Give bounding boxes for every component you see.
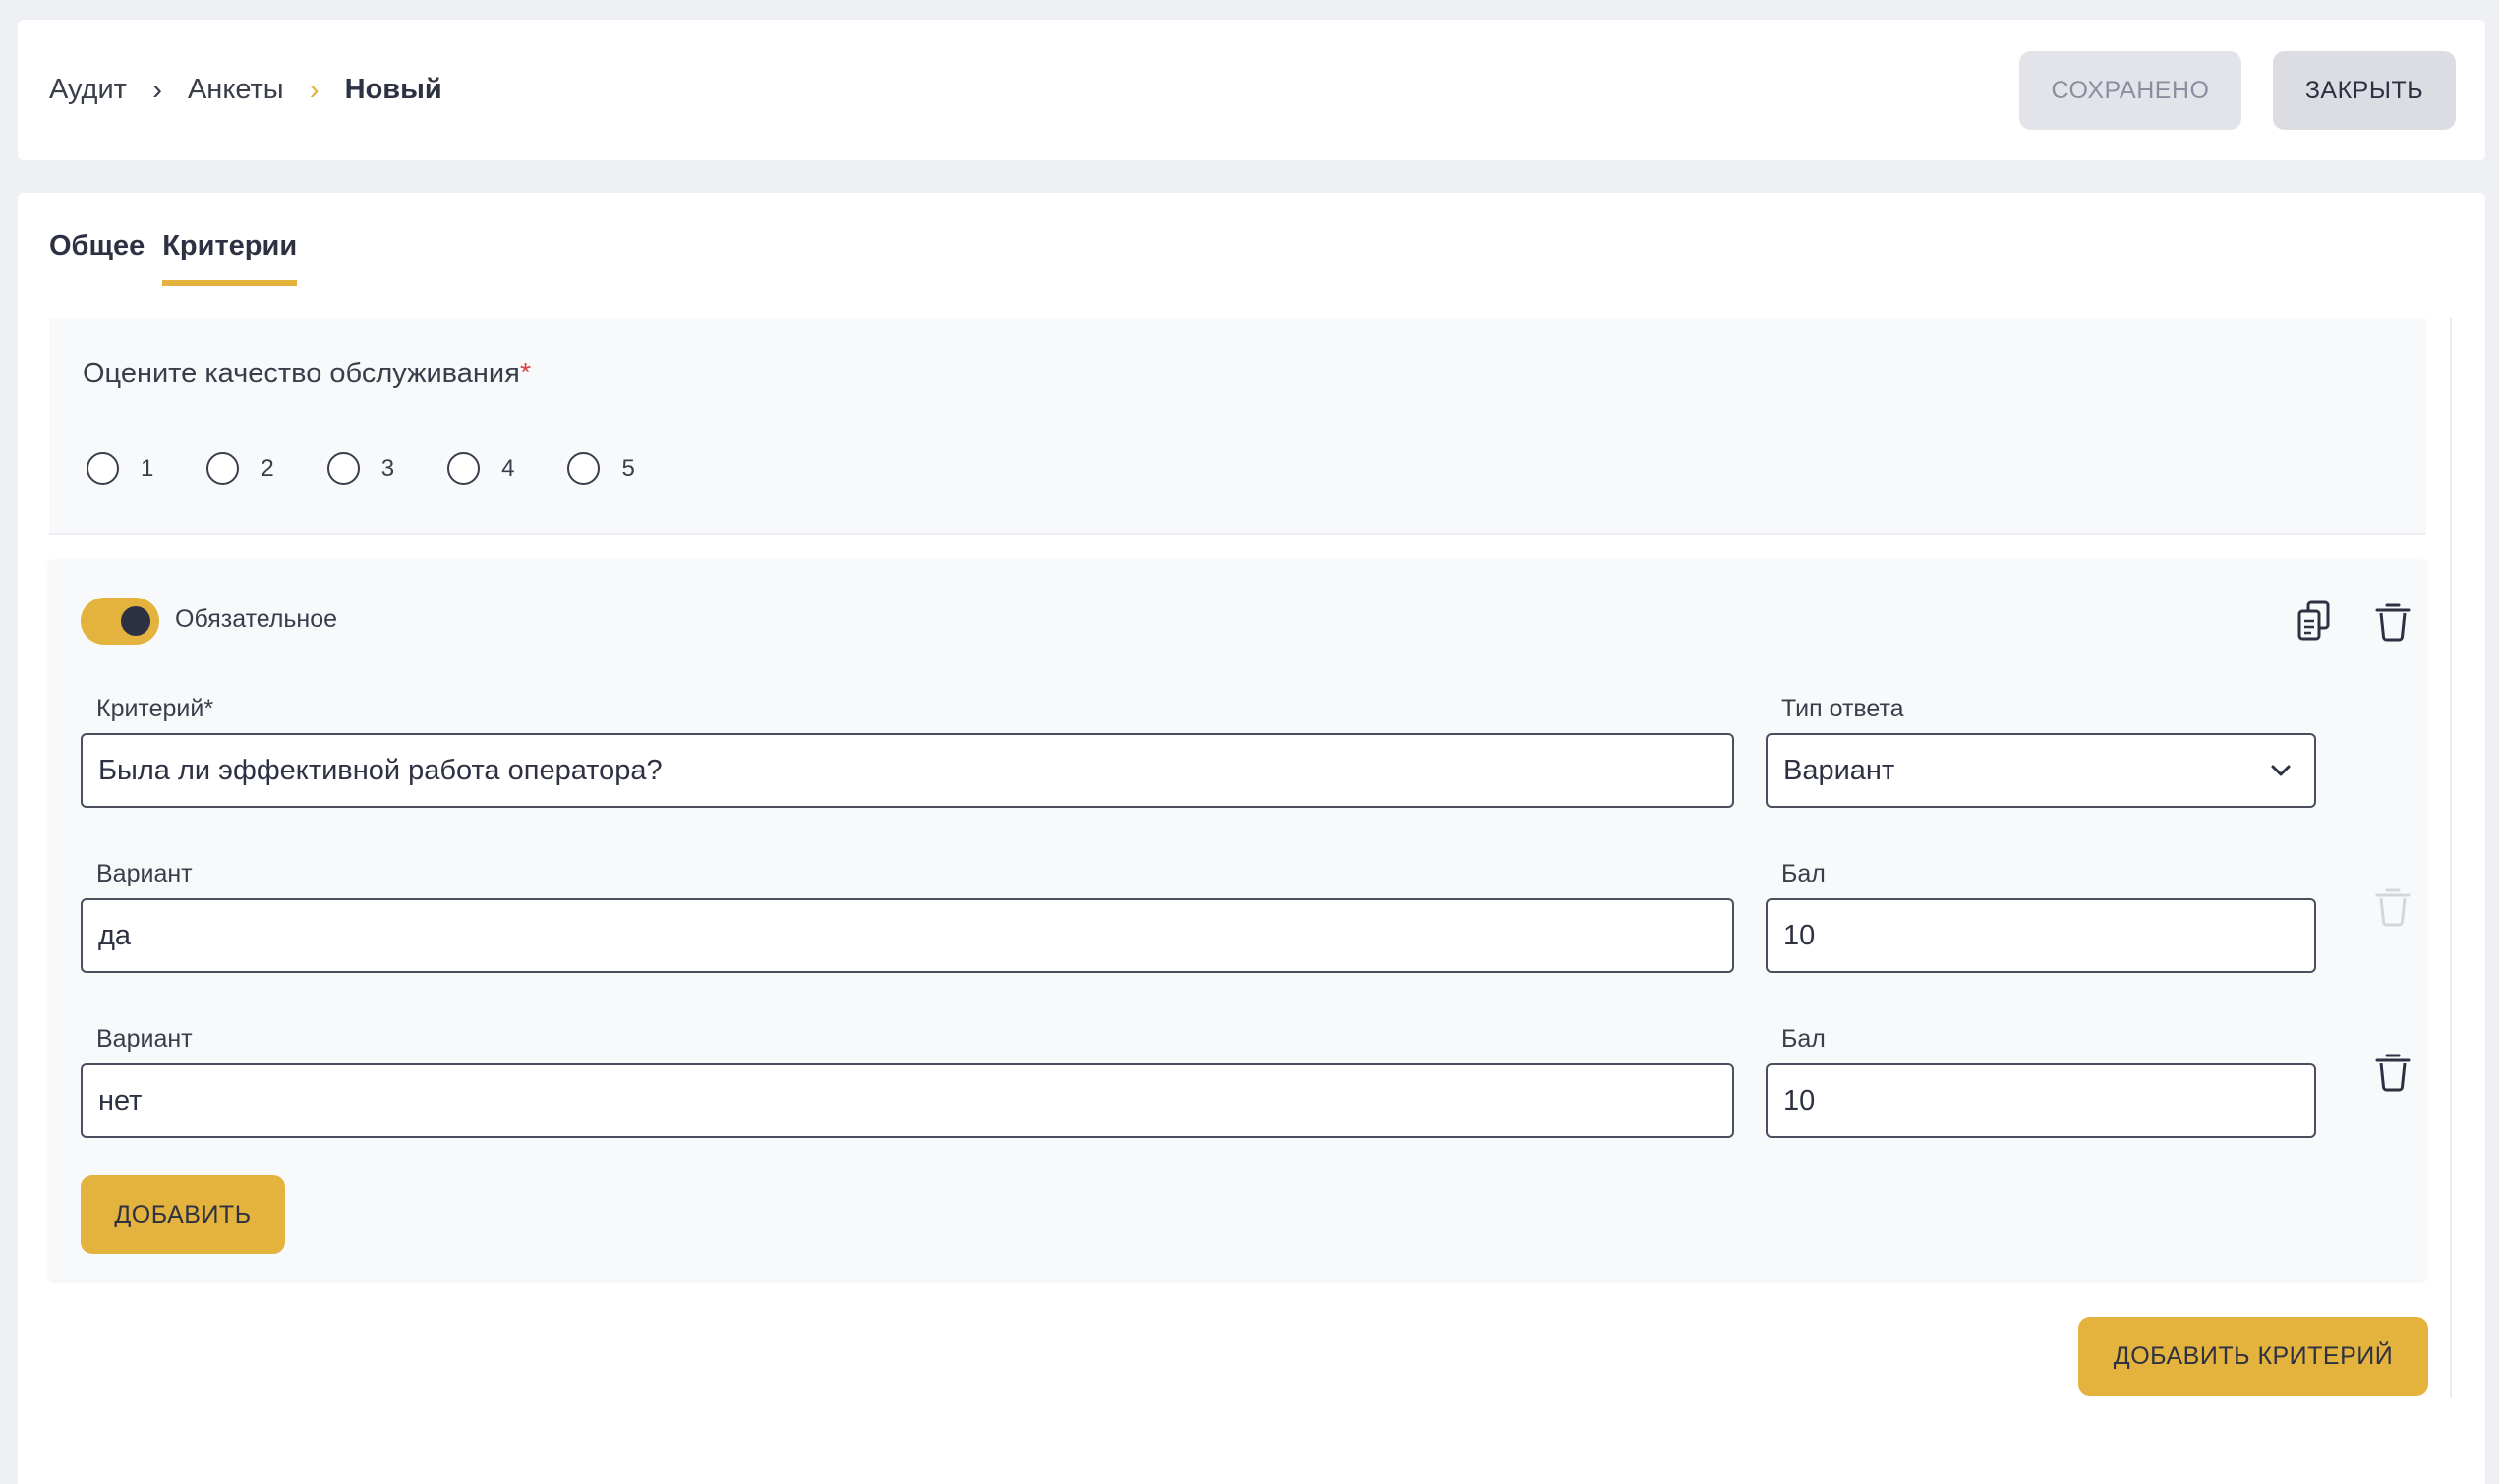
answer-type-select[interactable]: Вариант [1766,733,2316,808]
question-preview: Оцените качество обслуживания* 1 2 3 4 5 [49,318,2426,535]
breadcrumb-current: Новый [344,74,442,105]
variant-input[interactable]: нет [81,1063,1734,1138]
chevron-right-icon: › [309,73,320,106]
radio-option-2[interactable]: 2 [206,452,274,485]
breadcrumb-audit[interactable]: Аудит [49,74,127,106]
radio-option-1[interactable]: 1 [87,452,153,485]
toggle-knob [121,606,150,636]
breadcrumb: Аудит › Анкеты › Новый [49,20,442,160]
radio-circle[interactable] [567,452,601,485]
close-button[interactable]: ЗАКРЫТЬ [2273,51,2456,130]
radio-circle[interactable] [447,452,481,485]
score-input[interactable]: 10 [1766,898,2316,973]
question-title: Оцените качество обслуживания* [83,358,532,389]
criterion-editor: Обязательное Критерий* Была ли эффективн… [49,560,2426,1280]
variant-label: Вариант [96,860,193,887]
required-toggle-label: Обязательное [175,605,338,633]
answer-type-label: Тип ответа [1781,695,1904,722]
trash-icon[interactable] [2371,1050,2414,1093]
breadcrumb-surveys[interactable]: Анкеты [188,74,284,106]
tab-criteria[interactable]: Критерии [162,230,298,286]
score-label: Бал [1781,860,1826,887]
add-criterion-button[interactable]: ДОБАВИТЬ КРИТЕРИЙ [2078,1317,2428,1396]
top-header: Аудит › Анкеты › Новый СОХРАНЕНО ЗАКРЫТЬ [18,20,2485,160]
saved-button[interactable]: СОХРАНЕНО [2019,51,2241,130]
variant-label: Вариант [96,1025,193,1053]
required-toggle[interactable] [81,598,159,645]
radio-option-5[interactable]: 5 [567,452,635,485]
score-input[interactable]: 10 [1766,1063,2316,1138]
criterion-label: Критерий* [96,695,214,722]
radio-option-4[interactable]: 4 [447,452,514,485]
rating-radio-group: 1 2 3 4 5 [87,452,688,485]
criteria-list: Оцените качество обслуживания* 1 2 3 4 5… [49,318,2463,1399]
required-mark: * [519,358,532,389]
trash-icon[interactable] [2371,599,2414,643]
tab-bar: Общее Критерии [49,230,298,286]
tab-general[interactable]: Общее [49,230,145,286]
chevron-right-icon: › [151,73,162,106]
criterion-input[interactable]: Была ли эффективной работа оператора? [81,733,1734,808]
score-label: Бал [1781,1025,1826,1053]
radio-option-3[interactable]: 3 [326,452,394,485]
main-card: Общее Критерии Оцените качество обслужив… [18,193,2485,1484]
chevron-down-icon [2267,757,2295,792]
answer-type-value: Вариант [1783,754,1895,786]
add-variant-button[interactable]: ДОБАВИТЬ [81,1175,285,1254]
variant-input[interactable]: да [81,898,1734,973]
radio-circle[interactable] [206,452,240,485]
copy-icon[interactable] [2293,599,2336,643]
radio-circle[interactable] [326,452,360,485]
radio-circle[interactable] [87,452,119,485]
trash-icon [2371,885,2414,928]
